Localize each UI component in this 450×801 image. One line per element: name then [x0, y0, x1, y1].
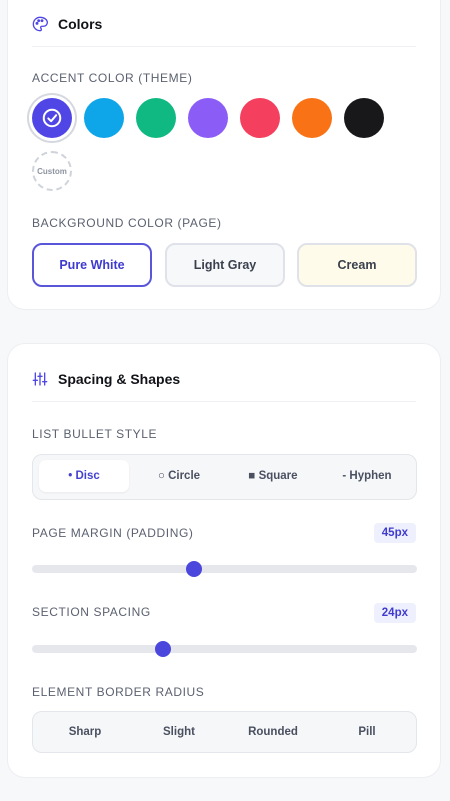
accent-swatch-emerald[interactable]	[136, 98, 176, 138]
background-cream-button[interactable]: Cream	[297, 243, 417, 287]
accent-swatch-violet[interactable]	[188, 98, 228, 138]
colors-title: Colors	[58, 15, 103, 32]
accent-swatch-sky[interactable]	[84, 98, 124, 138]
bullet-circle-option[interactable]: ○ Circle	[133, 460, 225, 492]
radius-rounded-option[interactable]: Rounded	[227, 716, 319, 748]
section-spacing-slider[interactable]	[32, 641, 417, 657]
accent-swatch-orange[interactable]	[292, 98, 332, 138]
border-radius-segment: Sharp Slight Rounded Pill	[32, 711, 417, 753]
accent-swatch-rose[interactable]	[240, 98, 280, 138]
section-spacing-label: SECTION SPACING	[32, 605, 151, 619]
bullet-style-label: LIST BULLET STYLE	[32, 427, 158, 441]
palette-icon	[32, 16, 48, 31]
border-radius-label: ELEMENT BORDER RADIUS	[32, 685, 205, 699]
background-color-label: BACKGROUND COLOR (PAGE)	[32, 216, 222, 230]
accent-swatch-indigo[interactable]	[32, 98, 72, 138]
bullet-square-option[interactable]: ■ Square	[227, 460, 319, 492]
bullet-disc-option[interactable]: • Disc	[39, 460, 129, 492]
bullet-hyphen-option[interactable]: - Hyphen	[321, 460, 413, 492]
page-margin-slider-thumb[interactable]	[185, 561, 202, 577]
section-spacing-slider-thumb[interactable]	[154, 641, 171, 657]
radius-slight-option[interactable]: Slight	[133, 716, 225, 748]
background-pure-white-button[interactable]: Pure White	[32, 243, 152, 287]
spacing-card: Spacing & Shapes LIST BULLET STYLE • Dis…	[7, 343, 441, 778]
page-margin-label: PAGE MARGIN (PADDING)	[32, 526, 194, 540]
check-circle-icon	[42, 108, 62, 128]
sliders-icon	[32, 371, 48, 386]
colors-header: Colors	[32, 1, 416, 47]
background-light-gray-button[interactable]: Light Gray	[165, 243, 285, 287]
radius-pill-option[interactable]: Pill	[321, 716, 413, 748]
spacing-title: Spacing & Shapes	[58, 370, 181, 387]
section-spacing-value: 24px	[373, 603, 416, 623]
custom-color-button[interactable]: Custom	[32, 151, 72, 191]
radius-sharp-option[interactable]: Sharp	[39, 716, 131, 748]
colors-card: Colors ACCENT COLOR (THEME) Custom BACKG…	[7, 0, 441, 310]
page-margin-slider[interactable]	[32, 561, 417, 577]
page-margin-value: 45px	[373, 523, 416, 543]
accent-color-label: ACCENT COLOR (THEME)	[32, 71, 193, 85]
bullet-style-segment: • Disc ○ Circle ■ Square - Hyphen	[32, 454, 417, 500]
accent-swatch-black[interactable]	[344, 98, 384, 138]
spacing-header: Spacing & Shapes	[32, 356, 416, 402]
